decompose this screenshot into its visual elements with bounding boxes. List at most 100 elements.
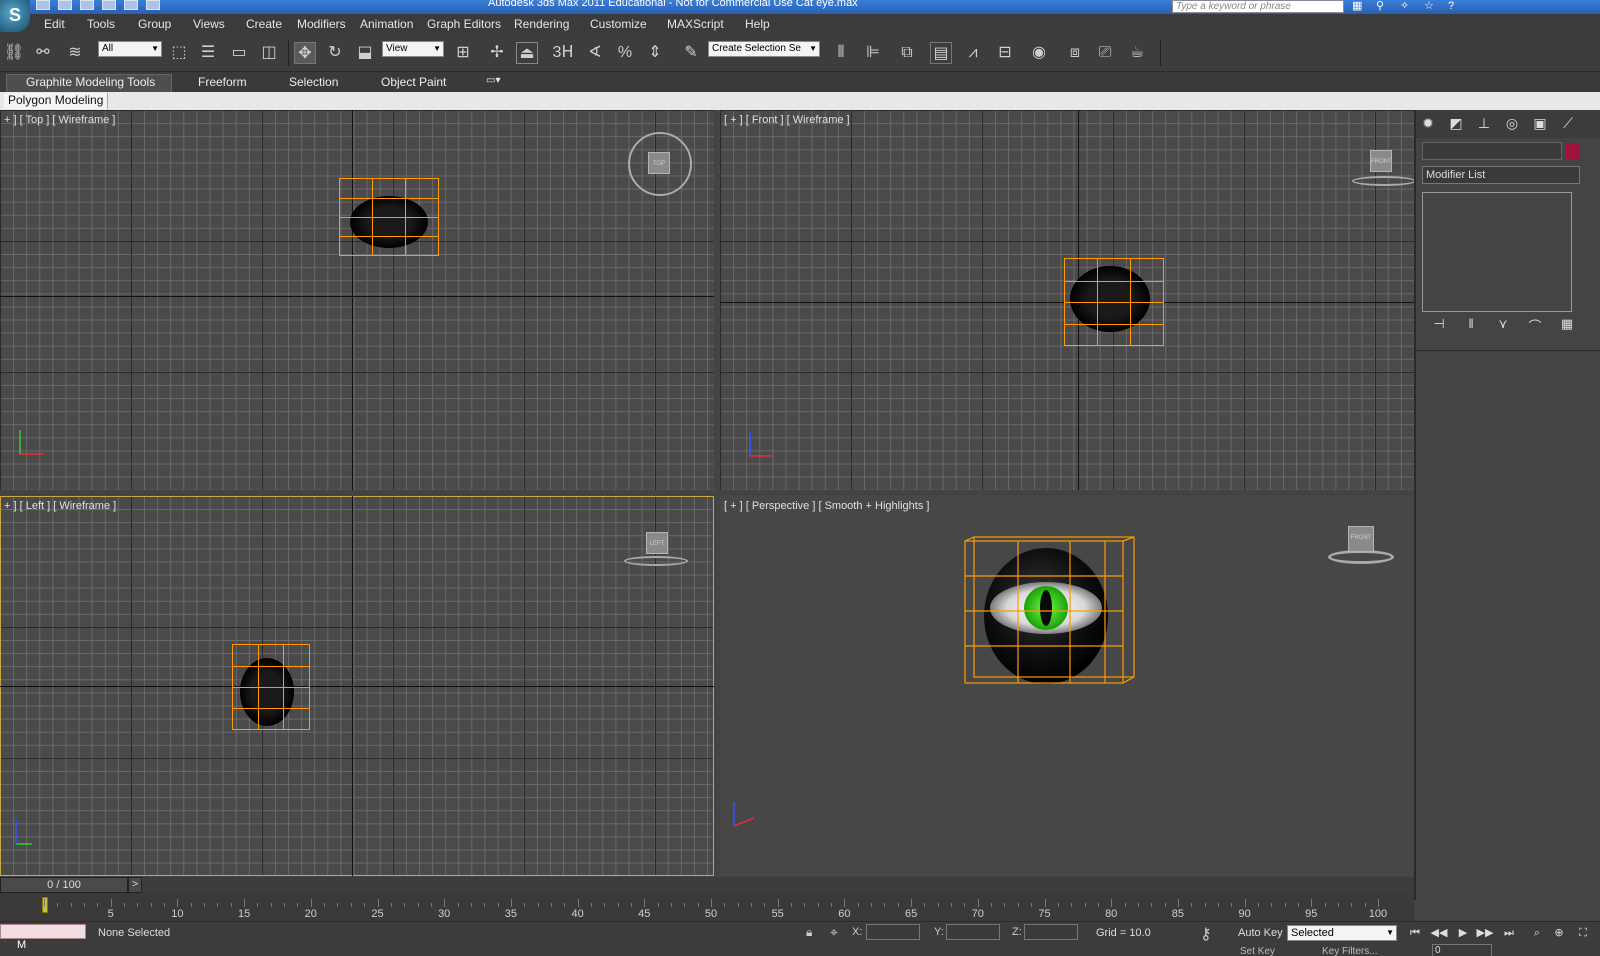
render-setup-icon[interactable]: ⧈ [1064, 42, 1086, 64]
material-editor-icon[interactable]: ◉ [1028, 42, 1050, 64]
keyboard-shortcut-override-icon[interactable]: ⏏ [516, 42, 538, 64]
new-file-icon[interactable] [36, 0, 50, 10]
rendered-frame-window-icon[interactable]: ⎚ [1094, 42, 1116, 64]
pivot-center-icon[interactable]: ⊞ [452, 42, 474, 64]
key-mode-dropdown[interactable]: Selected ▼ [1287, 925, 1397, 941]
hierarchy-tab-icon[interactable]: ⊥ [1474, 115, 1494, 133]
modify-tab-icon[interactable]: ◩ [1446, 115, 1466, 133]
menu-modifiers[interactable]: Modifiers [297, 17, 346, 31]
modifier-stack[interactable] [1422, 192, 1572, 312]
y-coordinate-field[interactable] [946, 924, 1000, 940]
viewport-left[interactable]: + ] [ Left ] [ Wireframe ] LEFT [0, 496, 714, 876]
open-file-icon[interactable] [58, 0, 72, 10]
viewport-front[interactable]: [ + ] [ Front ] [ Wireframe ] FRONT [720, 110, 1414, 490]
set-key-button[interactable]: Set Key [1240, 946, 1275, 956]
select-and-link-icon[interactable]: ⛓ [3, 42, 25, 64]
save-file-icon[interactable] [80, 0, 94, 10]
zoom-extents-icon[interactable]: ⛶ [1574, 926, 1592, 940]
percent-snap-icon[interactable]: % [614, 42, 636, 64]
menu-graph-editors[interactable]: Graph Editors [427, 17, 501, 31]
viewcube[interactable]: FRONT [1370, 150, 1392, 172]
viewport-label-front[interactable]: [ + ] [ Front ] [ Wireframe ] [724, 114, 850, 126]
object-color-swatch[interactable] [1566, 143, 1580, 159]
current-frame-marker[interactable] [42, 897, 48, 913]
menu-maxscript[interactable]: MAXScript [667, 17, 724, 31]
menu-views[interactable]: Views [193, 17, 225, 31]
viewport-perspective[interactable]: [ + ] [ Perspective ] [ Smooth + Highlig… [720, 496, 1414, 876]
favorites-star-icon[interactable]: ☆ [1424, 0, 1438, 12]
unlink-selection-icon[interactable]: ⚯ [32, 42, 54, 64]
time-slider-next-button[interactable]: > [128, 877, 142, 893]
viewport-label-top[interactable]: + ] [ Top ] [ Wireframe ] [4, 114, 115, 126]
menu-customize[interactable]: Customize [590, 17, 647, 31]
select-and-rotate-icon[interactable]: ↻ [324, 42, 346, 64]
time-slider-thumb[interactable]: 0 / 100 [0, 877, 128, 893]
menu-animation[interactable]: Animation [360, 17, 413, 31]
spinner-snap-icon[interactable]: ⇕ [644, 42, 666, 64]
select-by-name-icon[interactable]: ☰ [197, 42, 219, 64]
select-and-move-icon[interactable]: ✥ [294, 42, 316, 64]
align-icon[interactable]: ⊫ [862, 42, 884, 64]
tab-freeform[interactable]: Freeform [198, 75, 247, 89]
application-button[interactable]: S [0, 0, 30, 32]
project-folder-icon[interactable] [146, 0, 160, 10]
help-icon[interactable]: ? [1448, 0, 1462, 12]
go-to-end-icon[interactable]: ⏭ [1500, 926, 1518, 940]
menu-help[interactable]: Help [745, 17, 770, 31]
remove-modifier-icon[interactable]: ⌒ [1526, 316, 1544, 334]
reference-coordinate-dropdown[interactable]: View ▼ [382, 41, 444, 57]
pin-stack-icon[interactable]: ⊣ [1430, 316, 1448, 334]
search-input[interactable]: Type a keyword or phrase [1172, 0, 1344, 13]
create-tab-icon[interactable]: ✹ [1418, 115, 1438, 133]
viewport-label-left[interactable]: + ] [ Left ] [ Wireframe ] [4, 500, 116, 512]
track-bar[interactable]: 5 10 15 20 25 30 35 40 45 50 55 60 65 70 75 80 85 90 95 100 [0, 893, 1414, 921]
polygon-modeling-panel[interactable]: Polygon Modeling [4, 93, 109, 109]
edit-named-selection-icon[interactable]: ✎ [680, 42, 702, 64]
z-coordinate-field[interactable] [1024, 924, 1078, 940]
selection-lock-icon[interactable]: 🔒︎ [806, 925, 812, 940]
select-and-scale-icon[interactable]: ⬓ [354, 42, 376, 64]
redo-icon[interactable] [124, 0, 138, 10]
key-filters-button[interactable]: Key Filters... [1322, 946, 1378, 956]
viewcube-ring[interactable] [1328, 550, 1394, 564]
angle-snap-icon[interactable]: ∢ [584, 42, 606, 64]
previous-frame-icon[interactable]: ◀◀ [1430, 926, 1448, 940]
absolute-mode-icon[interactable]: ⌖ [830, 924, 838, 941]
key-icon[interactable]: ⚷ [1200, 924, 1212, 944]
play-icon[interactable]: ▶ [1454, 926, 1472, 940]
show-end-result-icon[interactable]: ‖ [1462, 316, 1480, 334]
modifier-list-dropdown[interactable]: Modifier List [1422, 166, 1580, 184]
viewcube-ring[interactable] [624, 556, 688, 566]
graphite-toggle-icon[interactable]: ▤ [930, 42, 952, 64]
go-to-start-icon[interactable]: ⏮ [1406, 926, 1424, 940]
auto-key-button[interactable]: Auto Key [1238, 927, 1283, 939]
subscription-icon[interactable]: ⚲ [1376, 0, 1390, 12]
bind-to-space-warp-icon[interactable]: ≋ [64, 42, 86, 64]
mirror-icon[interactable]: ⫴ [830, 42, 852, 64]
viewcube[interactable]: TOP [648, 152, 670, 174]
viewcube[interactable]: LEFT [646, 532, 668, 554]
menu-create[interactable]: Create [246, 17, 282, 31]
utilities-tab-icon[interactable]: ⟋ [1558, 115, 1578, 133]
viewport-label-perspective[interactable]: [ + ] [ Perspective ] [ Smooth + Highlig… [724, 500, 929, 512]
tab-object-paint[interactable]: Object Paint [381, 75, 446, 89]
display-tab-icon[interactable]: ▣ [1530, 115, 1550, 133]
select-object-icon[interactable]: ⬚ [168, 42, 190, 64]
current-frame-field[interactable]: 0 [1432, 944, 1492, 956]
next-frame-icon[interactable]: ▶▶ [1476, 926, 1494, 940]
undo-icon[interactable] [102, 0, 116, 10]
menu-group[interactable]: Group [138, 17, 171, 31]
menu-edit[interactable]: Edit [44, 17, 65, 31]
select-manipulate-icon[interactable]: ✢ [486, 42, 508, 64]
make-unique-icon[interactable]: ⋎ [1494, 316, 1512, 334]
maxscript-mini-listener[interactable]: M [0, 924, 86, 951]
zoom-icon[interactable]: ⌕ [1528, 926, 1546, 940]
viewcube-ring[interactable] [1352, 176, 1414, 186]
motion-tab-icon[interactable]: ◎ [1502, 115, 1522, 133]
render-production-icon[interactable]: ☕ [1126, 42, 1148, 64]
x-coordinate-field[interactable] [866, 924, 920, 940]
curve-editor-icon[interactable]: ⩘ [962, 42, 984, 64]
cat-eye-render[interactable] [960, 536, 1140, 696]
viewport-top[interactable]: + ] [ Top ] [ Wireframe ] TOP [0, 110, 714, 490]
tab-selection[interactable]: Selection [289, 75, 338, 89]
